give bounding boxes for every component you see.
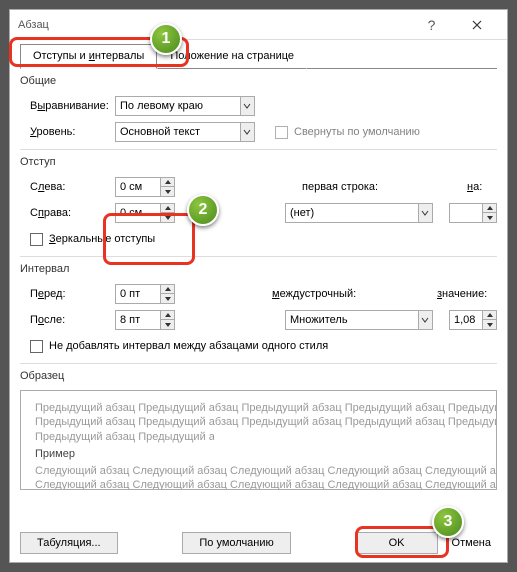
heading-indent: Отступ bbox=[20, 156, 497, 168]
indent-left-label: Слева: bbox=[20, 181, 115, 193]
dont-add-checkbox[interactable]: Не добавлять интервал между абзацами одн… bbox=[30, 340, 328, 353]
tab-indents[interactable]: Отступы и интервалы bbox=[20, 44, 157, 69]
heading-general: Общие bbox=[20, 75, 497, 87]
collapsed-checkbox: Свернуты по умолчанию bbox=[275, 126, 420, 139]
before-spin[interactable] bbox=[115, 284, 175, 304]
alignment-combo[interactable] bbox=[115, 96, 255, 116]
first-on-spin[interactable] bbox=[449, 203, 497, 223]
spacing-value[interactable] bbox=[450, 311, 482, 329]
indent-left-spin[interactable] bbox=[115, 177, 175, 197]
value-label: значение: bbox=[437, 288, 497, 300]
collapsed-label: Свернуты по умолчанию bbox=[294, 126, 420, 138]
callout-2: 2 bbox=[187, 194, 219, 226]
tabs: Отступы и интервалы Положение на страниц… bbox=[20, 44, 497, 69]
titlebar: Абзац ? bbox=[10, 10, 507, 40]
after-label: После: bbox=[20, 314, 115, 326]
dont-add-label: Не добавлять интервал между абзацами одн… bbox=[49, 340, 328, 352]
on-label: на: bbox=[467, 181, 497, 193]
first-line-value[interactable] bbox=[286, 204, 418, 222]
indent-left-value[interactable] bbox=[116, 178, 160, 196]
callout-1: 1 bbox=[150, 23, 182, 55]
section-general: Общие Выравнивание: Уровень: Свернуты по… bbox=[20, 75, 497, 143]
section-sample: Образец Предыдущий абзац Предыдущий абза… bbox=[20, 370, 497, 490]
first-on-value[interactable] bbox=[450, 204, 482, 222]
ok-button[interactable]: OK bbox=[356, 532, 438, 554]
preview-box: Предыдущий абзац Предыдущий абзац Предыд… bbox=[20, 390, 497, 490]
after-spin[interactable] bbox=[115, 310, 175, 330]
tab-position[interactable]: Положение на странице bbox=[157, 44, 307, 69]
chevron-down-icon[interactable] bbox=[418, 311, 432, 329]
chevron-down-icon[interactable] bbox=[418, 204, 432, 222]
chevron-down-icon[interactable] bbox=[240, 97, 254, 115]
heading-sample: Образец bbox=[20, 370, 497, 382]
tabs-button[interactable]: Табуляция... bbox=[20, 532, 118, 554]
section-spacing: Интервал Перед: междустрочный: значение:… bbox=[20, 263, 497, 357]
line-label: междустрочный: bbox=[272, 288, 387, 300]
mirror-checkbox[interactable]: Зеркальные отступы bbox=[30, 233, 155, 246]
before-value[interactable] bbox=[116, 285, 160, 303]
first-line-label: первая строка: bbox=[302, 181, 417, 193]
level-combo[interactable] bbox=[115, 122, 255, 142]
spin-down-icon bbox=[161, 187, 174, 196]
alignment-value[interactable] bbox=[116, 97, 240, 115]
mirror-label: Зеркальные отступы bbox=[49, 233, 155, 245]
indent-right-label: Справа: bbox=[20, 207, 115, 219]
paragraph-dialog: Абзац ? Отступы и интервалы Положение на… bbox=[9, 9, 508, 563]
indent-right-value[interactable] bbox=[116, 204, 160, 222]
before-label: Перед: bbox=[20, 288, 115, 300]
heading-spacing: Интервал bbox=[20, 263, 497, 275]
chevron-down-icon[interactable] bbox=[240, 123, 254, 141]
after-value[interactable] bbox=[116, 311, 160, 329]
spin-up-icon bbox=[161, 178, 174, 187]
line-value[interactable] bbox=[286, 311, 418, 329]
help-button[interactable]: ? bbox=[409, 11, 454, 39]
callout-3: 3 bbox=[432, 506, 464, 538]
alignment-label: Выравнивание: bbox=[20, 100, 115, 112]
first-line-combo[interactable] bbox=[285, 203, 433, 223]
indent-right-spin[interactable] bbox=[115, 203, 175, 223]
footer: Табуляция... По умолчанию OK Отмена 3 bbox=[10, 524, 507, 562]
dialog-title: Абзац bbox=[18, 19, 409, 31]
level-label: Уровень: bbox=[20, 126, 115, 138]
spacing-value-spin[interactable] bbox=[449, 310, 497, 330]
level-value[interactable] bbox=[116, 123, 240, 141]
close-button[interactable] bbox=[454, 11, 499, 39]
line-combo[interactable] bbox=[285, 310, 433, 330]
section-indent: Отступ Слева: первая строка: на: Справа: bbox=[20, 156, 497, 250]
default-button[interactable]: По умолчанию bbox=[182, 532, 290, 554]
